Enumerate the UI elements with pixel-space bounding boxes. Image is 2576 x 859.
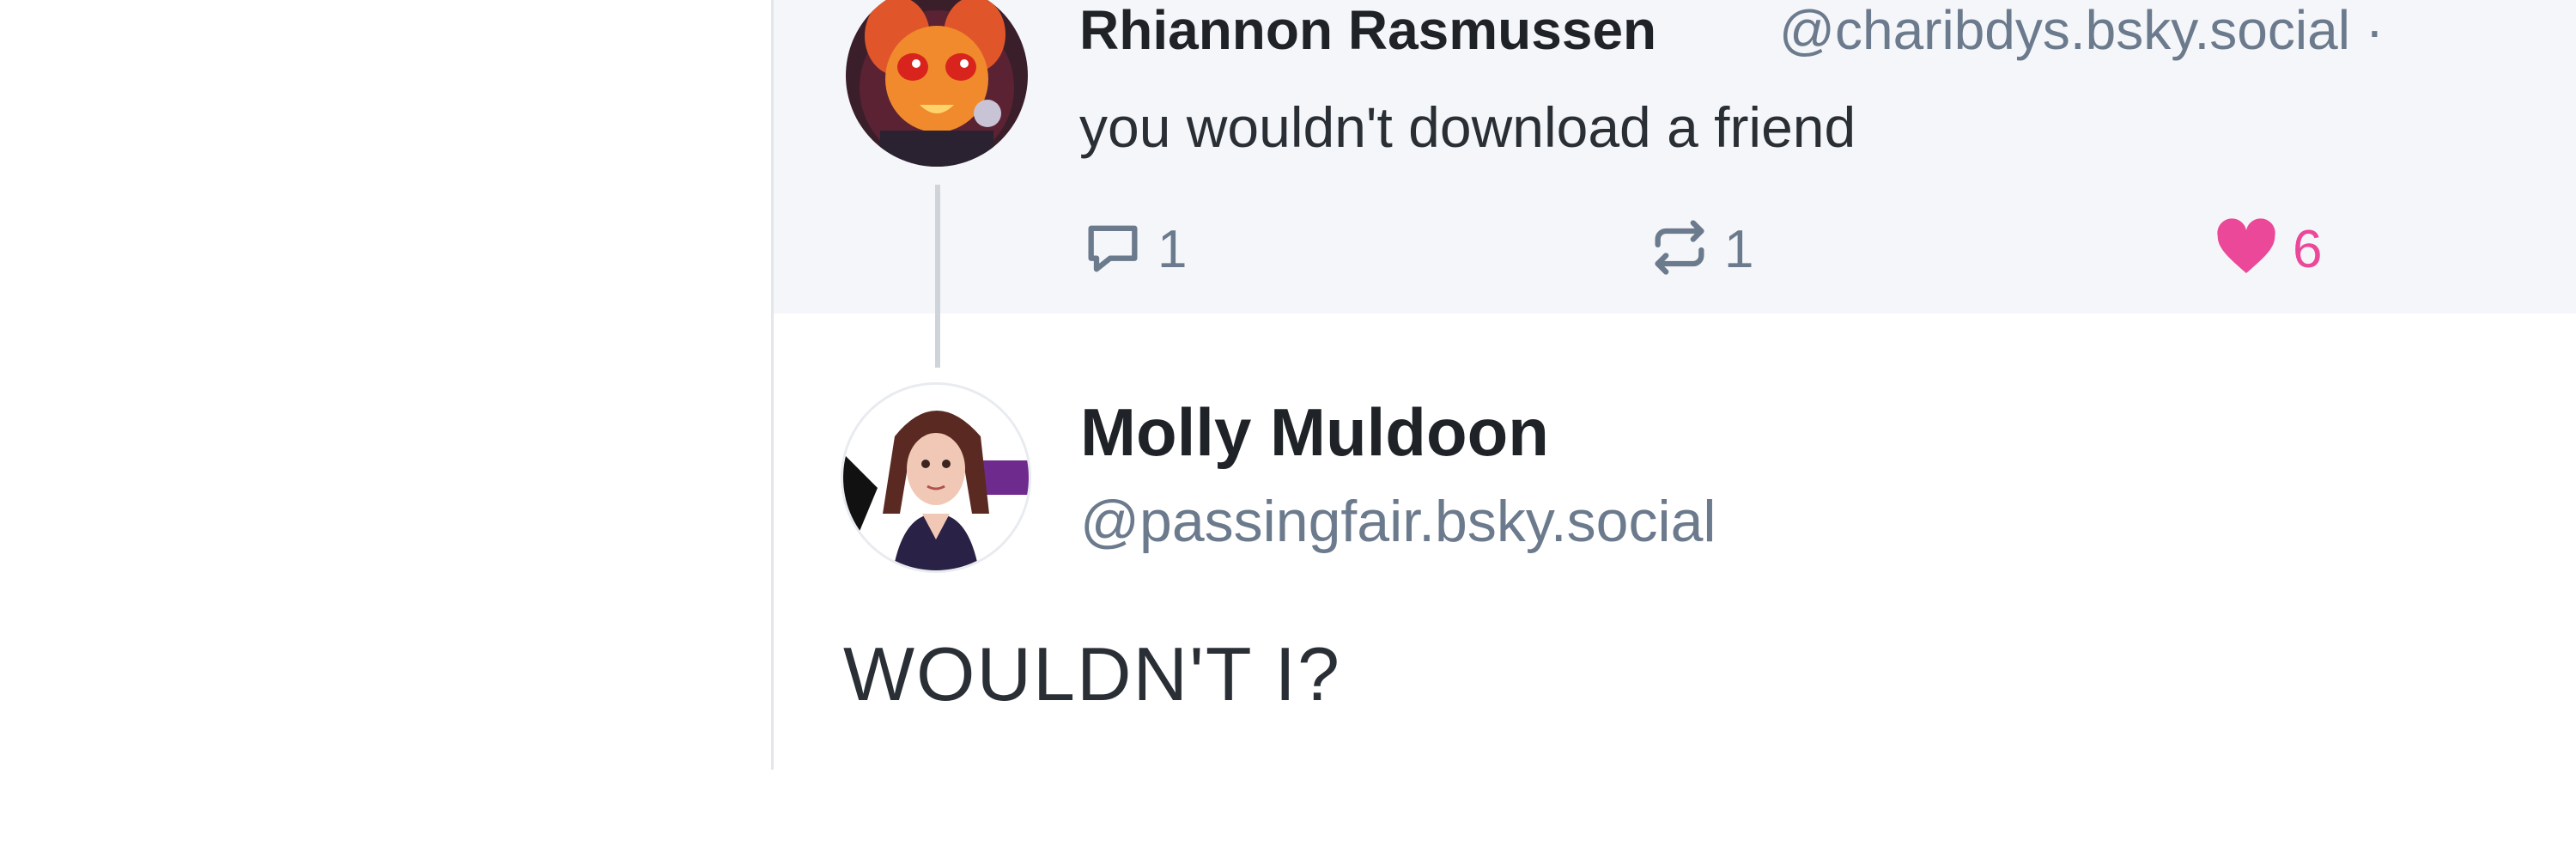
like-button[interactable]: 6 [2212,215,2322,283]
like-count: 6 [2293,219,2323,279]
repost-icon [1647,215,1712,284]
molly-avatar[interactable] [843,385,1029,570]
heart-icon [2212,213,2281,286]
parent-author-name[interactable]: Rhiannon Rasmussen [1079,0,1656,62]
reply-author-handle[interactable]: @passingfair.bsky.social [1080,488,1716,555]
post-thread: Rhiannon Rasmussen @charibdys.bsky.socia… [0,0,2576,859]
parent-author-handle[interactable]: @charibdys.bsky.social · [1779,0,2384,62]
repost-count: 1 [1724,219,1754,279]
reply-author-name[interactable]: Molly Muldoon [1080,393,1549,472]
reply-count: 1 [1157,219,1188,279]
repost-button[interactable]: 1 [1647,215,1753,283]
thread-connector-line [935,185,940,368]
reply-bubble-icon [1080,215,1145,284]
parent-post-text: you wouldn't download a friend [1079,95,1856,159]
reply-button[interactable]: 1 [1080,215,1187,283]
reply-post-text: WOULDN'T I? [843,631,1341,716]
